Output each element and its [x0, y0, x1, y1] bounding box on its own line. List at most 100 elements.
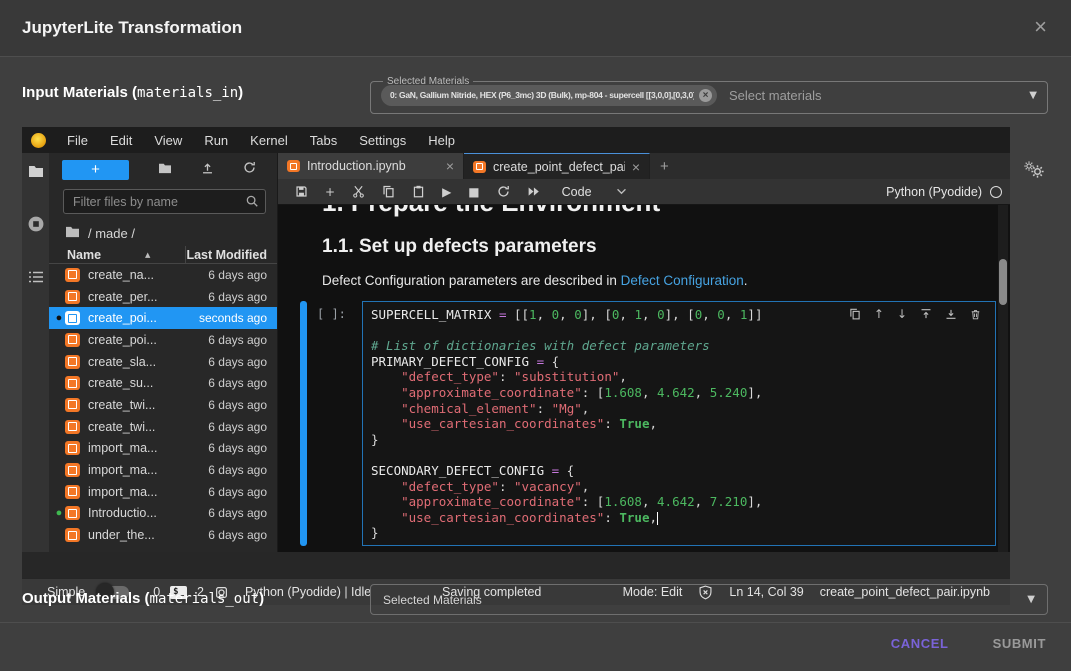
- output-materials-select[interactable]: Selected Materials ▼: [370, 584, 1048, 615]
- file-modified: 6 days ago: [208, 398, 277, 412]
- file-row[interactable]: create_sla...6 days ago: [49, 351, 277, 373]
- copy-icon[interactable]: [382, 185, 395, 198]
- new-folder-icon[interactable]: [158, 161, 172, 179]
- dropdown-caret-icon[interactable]: ▼: [1027, 594, 1035, 605]
- notebook-file-icon: [65, 333, 80, 347]
- file-browser-panel: + / made / Name ▲ Last Modifi: [49, 153, 278, 552]
- file-modified: seconds ago: [199, 311, 277, 325]
- file-row[interactable]: create_twi...6 days ago: [49, 416, 277, 438]
- file-name: import_ma...: [88, 463, 157, 477]
- home-folder-icon[interactable]: [65, 225, 80, 241]
- material-chip[interactable]: 0: GaN, Gallium Nitride, HEX (P6_3mc) 3D…: [381, 85, 717, 106]
- notebook-file-icon: [65, 290, 80, 304]
- submit-button[interactable]: SUBMIT: [993, 636, 1046, 651]
- menu-tabs[interactable]: Tabs: [299, 133, 348, 148]
- file-row[interactable]: create_na...6 days ago: [49, 264, 277, 286]
- add-cell-icon[interactable]: +: [325, 185, 335, 199]
- footer-divider: [0, 622, 1071, 623]
- tab-close-icon[interactable]: ×: [446, 159, 454, 173]
- dialog-footer: CANCEL SUBMIT: [891, 636, 1046, 651]
- cut-icon[interactable]: [352, 185, 365, 198]
- file-row[interactable]: ●create_poi...seconds ago: [49, 307, 277, 329]
- input-materials-select[interactable]: Selected Materials 0: GaN, Gallium Nitri…: [370, 76, 1048, 114]
- menu-settings[interactable]: Settings: [348, 133, 417, 148]
- move-down-icon[interactable]: ↓: [897, 307, 907, 321]
- column-last-modified[interactable]: Last Modified: [186, 248, 277, 262]
- kernel-status-icon[interactable]: [990, 186, 1002, 198]
- menu-kernel[interactable]: Kernel: [239, 133, 299, 148]
- notebook-file-icon: [65, 355, 80, 369]
- green-status-dot: ●: [53, 508, 65, 518]
- filter-files-input[interactable]: [63, 189, 266, 214]
- run-icon[interactable]: ▶: [442, 185, 451, 199]
- defect-configuration-link[interactable]: Defect Configuration: [621, 273, 744, 288]
- duplicate-icon[interactable]: [849, 307, 861, 321]
- menu-help[interactable]: Help: [417, 133, 466, 148]
- insert-below-icon[interactable]: [945, 307, 957, 321]
- text-cursor: [657, 512, 658, 525]
- chip-remove-icon[interactable]: ×: [699, 89, 712, 102]
- tab-close-icon[interactable]: ×: [632, 160, 640, 174]
- file-row[interactable]: import_ma...6 days ago: [49, 438, 277, 460]
- code-line: }: [371, 432, 987, 448]
- file-row[interactable]: import_ma...6 days ago: [49, 481, 277, 503]
- scrollbar-thumb[interactable]: [999, 259, 1007, 305]
- code-line: # List of dictionaries with defect param…: [371, 338, 987, 354]
- material-chip-label: 0: GaN, Gallium Nitride, HEX (P6_3mc) 3D…: [390, 90, 694, 100]
- file-name: under_the...: [88, 528, 155, 542]
- file-name: create_su...: [88, 376, 153, 390]
- delete-icon[interactable]: [970, 307, 981, 321]
- move-up-icon[interactable]: ↑: [874, 307, 884, 321]
- table-of-contents-icon[interactable]: [22, 238, 49, 289]
- input-materials-label: Input Materials (materials_in): [22, 84, 243, 101]
- menu-view[interactable]: View: [143, 133, 193, 148]
- running-sessions-icon[interactable]: [22, 183, 49, 238]
- tab-label: create_point_defect_pair.ip: [493, 160, 625, 174]
- add-tab-button[interactable]: +: [660, 158, 669, 175]
- code-cell-editor[interactable]: SUPERCELL_MATRIX = [[1, 0, 0], [0, 1, 0]…: [362, 301, 996, 546]
- stop-icon[interactable]: ■: [468, 185, 479, 199]
- notebook-file-icon: [65, 485, 80, 499]
- file-row[interactable]: create_per...6 days ago: [49, 286, 277, 308]
- code-line: PRIMARY_DEFECT_CONFIG = {: [371, 354, 987, 370]
- file-row[interactable]: create_twi...6 days ago: [49, 394, 277, 416]
- file-row[interactable]: import_ma...6 days ago: [49, 459, 277, 481]
- insert-above-icon[interactable]: [920, 307, 932, 321]
- dropdown-caret-icon[interactable]: ▼: [1029, 90, 1037, 101]
- column-name[interactable]: Name: [49, 248, 101, 262]
- cancel-button[interactable]: CANCEL: [891, 636, 949, 651]
- code-line: SECONDARY_DEFECT_CONFIG = {: [371, 463, 987, 479]
- refresh-icon[interactable]: [243, 161, 256, 179]
- menu-file[interactable]: File: [56, 133, 99, 148]
- file-browser-icon[interactable]: [22, 153, 49, 183]
- file-row[interactable]: ●Introductio...6 days ago: [49, 503, 277, 525]
- kernel-name[interactable]: Python (Pyodide): [886, 185, 982, 199]
- tab-introduction-ipynb[interactable]: Introduction.ipynb×: [278, 153, 464, 179]
- file-row[interactable]: create_poi...6 days ago: [49, 329, 277, 351]
- restart-icon[interactable]: [497, 185, 510, 198]
- close-icon[interactable]: ×: [1034, 16, 1047, 38]
- file-modified: 6 days ago: [208, 268, 277, 282]
- tab-create_point_defect_pair-ip[interactable]: create_point_defect_pair.ip ×: [464, 153, 650, 179]
- file-modified: 6 days ago: [208, 420, 277, 434]
- menu-run[interactable]: Run: [193, 133, 239, 148]
- file-modified: 6 days ago: [208, 355, 277, 369]
- menu-edit[interactable]: Edit: [99, 133, 143, 148]
- column-divider: [185, 246, 186, 263]
- file-modified: 6 days ago: [208, 506, 277, 520]
- fast-forward-icon[interactable]: [527, 186, 540, 197]
- file-row[interactable]: under_the...6 days ago: [49, 524, 277, 546]
- new-launcher-button[interactable]: +: [62, 160, 129, 180]
- notebook-file-icon: [65, 463, 80, 477]
- output-materials-label: Output Materials (materials_out): [22, 590, 264, 607]
- paste-icon[interactable]: [412, 185, 425, 198]
- upload-icon[interactable]: [201, 161, 214, 179]
- save-icon[interactable]: [295, 185, 308, 198]
- code-line: "approximate_coordinate": [1.608, 4.642,…: [371, 385, 987, 401]
- settings-gears-icon[interactable]: [1024, 158, 1044, 178]
- file-row[interactable]: create_su...6 days ago: [49, 372, 277, 394]
- black-status-dot: ●: [53, 313, 65, 323]
- cell-type-dropdown[interactable]: Code: [562, 185, 627, 199]
- cell-collapser[interactable]: [300, 301, 307, 546]
- breadcrumb[interactable]: / made /: [49, 220, 277, 246]
